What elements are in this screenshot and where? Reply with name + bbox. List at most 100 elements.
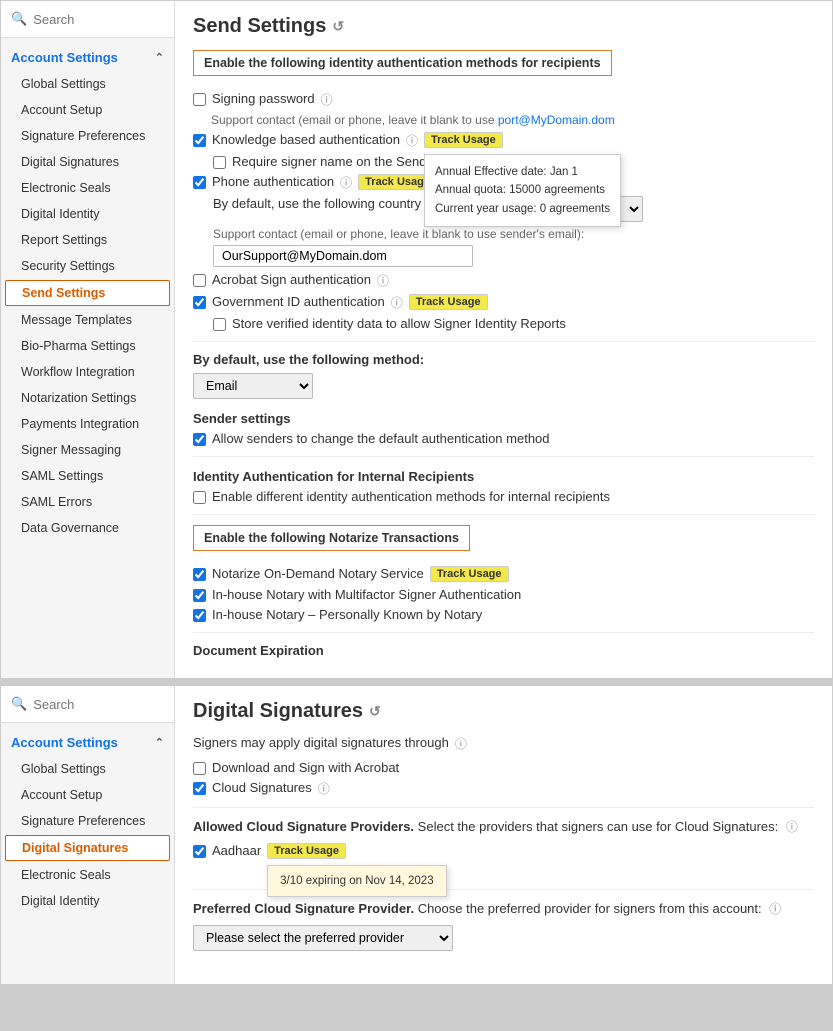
- sidebar-item-data-governance-top[interactable]: Data Governance: [1, 515, 174, 541]
- inhouse-personal-row: In-house Notary – Personally Known by No…: [193, 607, 814, 622]
- document-expiration-label: Document Expiration: [193, 643, 814, 658]
- gov-id-track-usage-button[interactable]: Track Usage: [409, 294, 488, 310]
- search-icon-top: 🔍: [11, 11, 27, 27]
- tooltip-usage: Current year usage: 0 agreements: [435, 200, 610, 218]
- sidebar-item-payments-top[interactable]: Payments Integration: [1, 411, 174, 437]
- inhouse-multi-row: In-house Notary with Multifactor Signer …: [193, 587, 814, 602]
- cloud-signatures-help-icon[interactable]: ⓘ: [318, 780, 330, 797]
- store-verified-row: Store verified identity data to allow Si…: [213, 316, 814, 331]
- allow-senders-checkbox[interactable]: [193, 433, 206, 446]
- sidebar-item-security-settings-top[interactable]: Security Settings: [1, 253, 174, 279]
- search-container-top: 🔍: [1, 1, 174, 38]
- sidebar-item-electronic-seals-bottom[interactable]: Electronic Seals: [1, 862, 174, 888]
- account-settings-section-top: Account Settings ⌃ Global Settings Accou…: [1, 38, 174, 547]
- send-settings-title: Send Settings ↺: [193, 15, 814, 38]
- send-settings-panel: 🔍 Account Settings ⌃ Global Settings Acc…: [0, 0, 833, 679]
- signers-label-row: Signers may apply digital signatures thr…: [193, 735, 814, 752]
- search-input-top[interactable]: [33, 12, 164, 27]
- cloud-signatures-checkbox[interactable]: [193, 782, 206, 795]
- aadhaar-tooltip: 3/10 expiring on Nov 14, 2023: [267, 865, 446, 897]
- allowed-providers-section: Allowed Cloud Signature Providers. Selec…: [193, 818, 814, 835]
- enable-different-label: Enable different identity authentication…: [212, 489, 610, 504]
- preferred-provider-select[interactable]: Please select the preferred provider: [193, 925, 453, 951]
- sidebar-item-account-setup-top[interactable]: Account Setup: [1, 97, 174, 123]
- sidebar-item-digital-identity-top[interactable]: Digital Identity: [1, 201, 174, 227]
- sidebar-item-send-settings-top[interactable]: Send Settings: [5, 280, 170, 306]
- inhouse-personal-checkbox[interactable]: [193, 609, 206, 622]
- sidebar-item-notarization-top[interactable]: Notarization Settings: [1, 385, 174, 411]
- allow-senders-label: Allow senders to change the default auth…: [212, 431, 550, 446]
- enable-different-checkbox[interactable]: [193, 491, 206, 504]
- default-method-select[interactable]: Email: [193, 373, 313, 399]
- account-settings-label-top: Account Settings: [11, 50, 118, 65]
- sidebar-item-digital-signatures-top[interactable]: Digital Signatures: [1, 149, 174, 175]
- divider1: [193, 341, 814, 342]
- tooltip-quota: Annual quota: 15000 agreements: [435, 181, 610, 199]
- sidebar-item-global-settings-top[interactable]: Global Settings: [1, 71, 174, 97]
- sidebar-item-message-templates-top[interactable]: Message Templates: [1, 307, 174, 333]
- sidebar-item-account-setup-bottom[interactable]: Account Setup: [1, 782, 174, 808]
- signing-password-help-icon[interactable]: ⓘ: [321, 91, 333, 108]
- gov-id-label: Government ID authentication: [212, 294, 385, 309]
- digital-signatures-panel: 🔍 Account Settings ⌃ Global Settings Acc…: [0, 685, 833, 985]
- kba-checkbox[interactable]: [193, 134, 206, 147]
- signers-help-icon[interactable]: ⓘ: [455, 735, 467, 752]
- divider3: [193, 514, 814, 515]
- acrobat-sign-help-icon[interactable]: ⓘ: [377, 272, 389, 289]
- search-input-bottom[interactable]: [33, 697, 164, 712]
- digital-signatures-main: Digital Signatures ↺ Signers may apply d…: [175, 686, 832, 984]
- aadhaar-tooltip-text: 3/10 expiring on Nov 14, 2023: [280, 875, 433, 887]
- download-sign-checkbox[interactable]: [193, 762, 206, 775]
- sidebar-item-digital-signatures-bottom[interactable]: Digital Signatures: [5, 835, 170, 861]
- sidebar-item-report-settings-top[interactable]: Report Settings: [1, 227, 174, 253]
- divider4: [193, 632, 814, 633]
- phone-support-row: Support contact (email or phone, leave i…: [213, 227, 814, 267]
- allow-senders-row: Allow senders to change the default auth…: [193, 431, 814, 446]
- require-signer-checkbox[interactable]: [213, 156, 226, 169]
- aadhaar-label: Aadhaar: [212, 843, 261, 858]
- sidebar-item-electronic-seals-top[interactable]: Electronic Seals: [1, 175, 174, 201]
- kba-track-usage-wrapper: Track Usage Annual Effective date: Jan 1…: [424, 132, 503, 148]
- notarize-section-label: Enable the following Notarize Transactio…: [193, 525, 470, 551]
- inhouse-multi-checkbox[interactable]: [193, 589, 206, 602]
- kba-help-icon[interactable]: ⓘ: [406, 132, 418, 149]
- account-settings-header-bottom[interactable]: Account Settings ⌃: [1, 729, 174, 756]
- acrobat-sign-checkbox[interactable]: [193, 274, 206, 287]
- aadhaar-checkbox[interactable]: [193, 845, 206, 858]
- sidebar-item-signature-preferences-top[interactable]: Signature Preferences: [1, 123, 174, 149]
- sidebar-item-global-settings-bottom[interactable]: Global Settings: [1, 756, 174, 782]
- sidebar-item-digital-identity-bottom[interactable]: Digital Identity: [1, 888, 174, 914]
- sidebar-item-signature-preferences-bottom[interactable]: Signature Preferences: [1, 808, 174, 834]
- aadhaar-track-usage-button[interactable]: Track Usage: [267, 843, 346, 859]
- sidebar-item-saml-settings-top[interactable]: SAML Settings: [1, 463, 174, 489]
- notarize-ondemand-checkbox[interactable]: [193, 568, 206, 581]
- sidebar-item-biopharma-top[interactable]: Bio-Pharma Settings: [1, 333, 174, 359]
- enable-different-row: Enable different identity authentication…: [193, 489, 814, 504]
- title-text-bottom: Digital Signatures: [193, 700, 363, 723]
- gov-id-help-icon[interactable]: ⓘ: [391, 294, 403, 311]
- sidebar-item-workflow-top[interactable]: Workflow Integration: [1, 359, 174, 385]
- phone-auth-checkbox[interactable]: [193, 176, 206, 189]
- account-settings-header-top[interactable]: Account Settings ⌃: [1, 44, 174, 71]
- phone-auth-label: Phone authentication: [212, 174, 334, 189]
- inhouse-multi-label: In-house Notary with Multifactor Signer …: [212, 587, 521, 602]
- preferred-provider-help-icon[interactable]: ⓘ: [769, 902, 781, 916]
- sidebar-item-signer-messaging-top[interactable]: Signer Messaging: [1, 437, 174, 463]
- preferred-provider-label: Preferred Cloud Signature Provider.: [193, 901, 414, 916]
- kba-row: Knowledge based authentication ⓘ Track U…: [193, 132, 814, 149]
- signing-password-checkbox[interactable]: [193, 93, 206, 106]
- refresh-icon-top[interactable]: ↺: [332, 18, 344, 35]
- refresh-icon-bottom[interactable]: ↺: [369, 703, 381, 720]
- phone-auth-help-icon[interactable]: ⓘ: [340, 174, 352, 191]
- sidebar-item-saml-errors-top[interactable]: SAML Errors: [1, 489, 174, 515]
- phone-support-input[interactable]: [213, 245, 473, 267]
- store-verified-checkbox[interactable]: [213, 318, 226, 331]
- notarize-track-usage-button[interactable]: Track Usage: [430, 566, 509, 582]
- kba-track-usage-button[interactable]: Track Usage: [424, 132, 503, 148]
- account-settings-section-bottom: Account Settings ⌃ Global Settings Accou…: [1, 723, 174, 920]
- inhouse-personal-label: In-house Notary – Personally Known by No…: [212, 607, 482, 622]
- allowed-providers-desc: Select the providers that signers can us…: [418, 819, 779, 834]
- allowed-providers-help-icon[interactable]: ⓘ: [786, 820, 798, 834]
- store-verified-label: Store verified identity data to allow Si…: [232, 316, 566, 331]
- gov-id-checkbox[interactable]: [193, 296, 206, 309]
